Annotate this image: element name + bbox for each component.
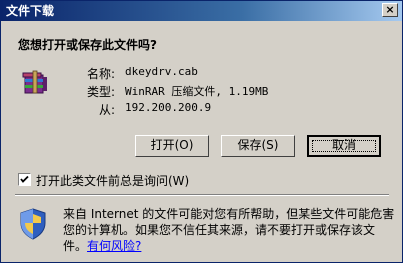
file-name-value: dkeydrv.cab bbox=[125, 65, 198, 78]
file-type-row: 类型: WinRAR 压缩文件, 1.19MB bbox=[81, 83, 268, 100]
close-icon: × bbox=[385, 3, 395, 16]
file-name-row: 名称: dkeydrv.cab bbox=[81, 65, 198, 82]
close-button[interactable]: × bbox=[382, 3, 398, 17]
file-type-label: 类型: bbox=[86, 85, 115, 99]
separator bbox=[15, 194, 389, 196]
prompt-question: 您想打开或保存此文件吗? bbox=[18, 38, 157, 52]
file-download-dialog: 文件下载 × 您想打开或保存此文件吗? 名称: dkeydrv.cab 类型: … bbox=[0, 0, 403, 263]
always-ask-label[interactable]: 打开此类文件前总是询问(W) bbox=[36, 172, 189, 189]
cancel-button[interactable]: 取消 bbox=[307, 135, 381, 157]
checkmark-icon bbox=[20, 175, 29, 183]
what-risk-link[interactable]: 有何风险? bbox=[87, 239, 141, 253]
save-button[interactable]: 保存(S) bbox=[221, 135, 295, 157]
window-title: 文件下载 bbox=[6, 4, 55, 18]
file-type-value: WinRAR 压缩文件, 1.19MB bbox=[125, 85, 269, 98]
file-source-label: 从: bbox=[98, 103, 115, 117]
file-name-label: 名称: bbox=[86, 67, 115, 81]
open-button[interactable]: 打开(O) bbox=[135, 135, 209, 157]
file-source-row: 从: 192.200.200.9 bbox=[81, 101, 211, 118]
winrar-archive-icon bbox=[22, 70, 47, 94]
always-ask-checkbox[interactable] bbox=[18, 173, 31, 186]
file-source-value: 192.200.200.9 bbox=[125, 101, 212, 114]
title-bar[interactable]: 文件下载 × bbox=[1, 1, 402, 21]
security-shield-icon bbox=[20, 208, 46, 240]
focus-rectangle bbox=[312, 140, 376, 152]
warning-message: 来自 Internet 的文件可能对您有所帮助，但某些文件可能危害您的计算机。如… bbox=[63, 206, 395, 254]
